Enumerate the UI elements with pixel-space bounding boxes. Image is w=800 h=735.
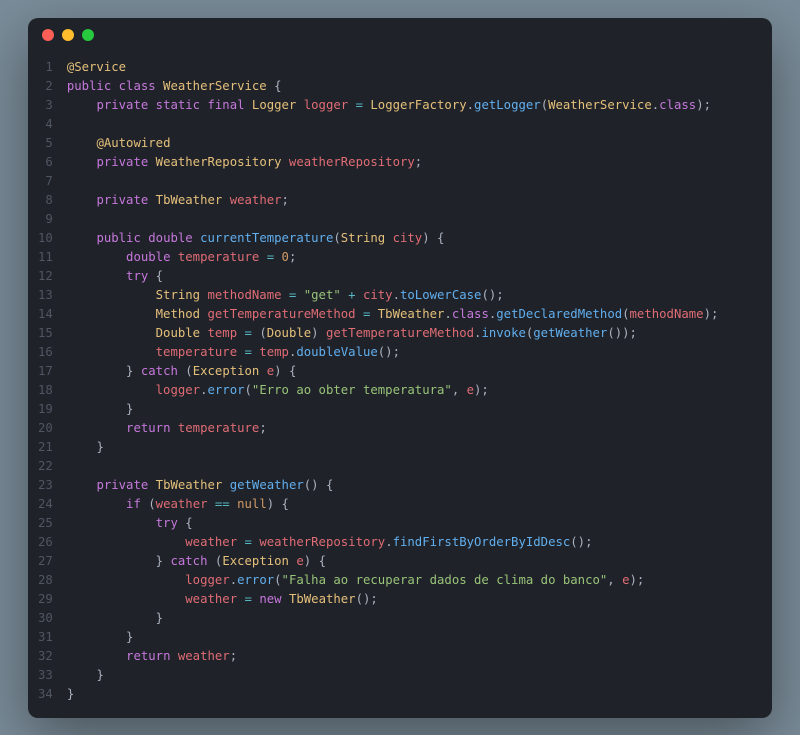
titlebar <box>28 18 772 52</box>
line-number: 29 <box>38 590 53 609</box>
line-number: 16 <box>38 343 53 362</box>
code-line: logger.error("Falha ao recuperar dados d… <box>67 571 719 590</box>
code-line: Double temp = (Double) getTemperatureMet… <box>67 324 719 343</box>
line-number: 5 <box>38 134 53 153</box>
line-number: 8 <box>38 191 53 210</box>
line-number: 32 <box>38 647 53 666</box>
line-number: 31 <box>38 628 53 647</box>
line-number: 27 <box>38 552 53 571</box>
code-line: private TbWeather weather; <box>67 191 719 210</box>
code-line: public class WeatherService { <box>67 77 719 96</box>
code-line: private WeatherRepository weatherReposit… <box>67 153 719 172</box>
code-line: @Service <box>67 58 719 77</box>
code-line: } <box>67 400 719 419</box>
code-line: String methodName = "get" + city.toLower… <box>67 286 719 305</box>
code-line: public double currentTemperature(String … <box>67 229 719 248</box>
minimize-icon[interactable] <box>62 29 74 41</box>
line-number: 2 <box>38 77 53 96</box>
code-line: return temperature; <box>67 419 719 438</box>
line-number: 22 <box>38 457 53 476</box>
code-line: @Autowired <box>67 134 719 153</box>
code-line: } catch (Exception e) { <box>67 362 719 381</box>
line-number: 9 <box>38 210 53 229</box>
code-line: try { <box>67 514 719 533</box>
line-number: 7 <box>38 172 53 191</box>
line-number: 19 <box>38 400 53 419</box>
line-number: 30 <box>38 609 53 628</box>
code-line: return weather; <box>67 647 719 666</box>
line-number: 15 <box>38 324 53 343</box>
line-number: 4 <box>38 115 53 134</box>
editor-window: 1234567891011121314151617181920212223242… <box>28 18 772 718</box>
line-number: 28 <box>38 571 53 590</box>
code-line <box>67 172 719 191</box>
code-line: double temperature = 0; <box>67 248 719 267</box>
line-number: 10 <box>38 229 53 248</box>
code-line: } <box>67 666 719 685</box>
line-number: 25 <box>38 514 53 533</box>
code-content[interactable]: @Servicepublic class WeatherService { pr… <box>67 58 719 704</box>
code-line: Method getTemperatureMethod = TbWeather.… <box>67 305 719 324</box>
line-number: 24 <box>38 495 53 514</box>
code-line <box>67 115 719 134</box>
maximize-icon[interactable] <box>82 29 94 41</box>
line-number: 1 <box>38 58 53 77</box>
line-number: 23 <box>38 476 53 495</box>
code-line: logger.error("Erro ao obter temperatura"… <box>67 381 719 400</box>
line-number: 33 <box>38 666 53 685</box>
code-line: weather = weatherRepository.findFirstByO… <box>67 533 719 552</box>
line-number: 11 <box>38 248 53 267</box>
code-line: private TbWeather getWeather() { <box>67 476 719 495</box>
line-number: 14 <box>38 305 53 324</box>
code-line: } <box>67 438 719 457</box>
code-line: } catch (Exception e) { <box>67 552 719 571</box>
code-line <box>67 210 719 229</box>
line-number: 34 <box>38 685 53 704</box>
code-line: } <box>67 628 719 647</box>
line-number: 3 <box>38 96 53 115</box>
code-line <box>67 457 719 476</box>
line-number-gutter: 1234567891011121314151617181920212223242… <box>28 58 67 704</box>
code-line: try { <box>67 267 719 286</box>
line-number: 17 <box>38 362 53 381</box>
line-number: 26 <box>38 533 53 552</box>
code-line: if (weather == null) { <box>67 495 719 514</box>
line-number: 18 <box>38 381 53 400</box>
close-icon[interactable] <box>42 29 54 41</box>
line-number: 13 <box>38 286 53 305</box>
line-number: 21 <box>38 438 53 457</box>
line-number: 20 <box>38 419 53 438</box>
line-number: 6 <box>38 153 53 172</box>
code-line: } <box>67 685 719 704</box>
code-line: private static final Logger logger = Log… <box>67 96 719 115</box>
line-number: 12 <box>38 267 53 286</box>
code-line: temperature = temp.doubleValue(); <box>67 343 719 362</box>
code-line: weather = new TbWeather(); <box>67 590 719 609</box>
code-line: } <box>67 609 719 628</box>
code-editor[interactable]: 1234567891011121314151617181920212223242… <box>28 52 772 718</box>
